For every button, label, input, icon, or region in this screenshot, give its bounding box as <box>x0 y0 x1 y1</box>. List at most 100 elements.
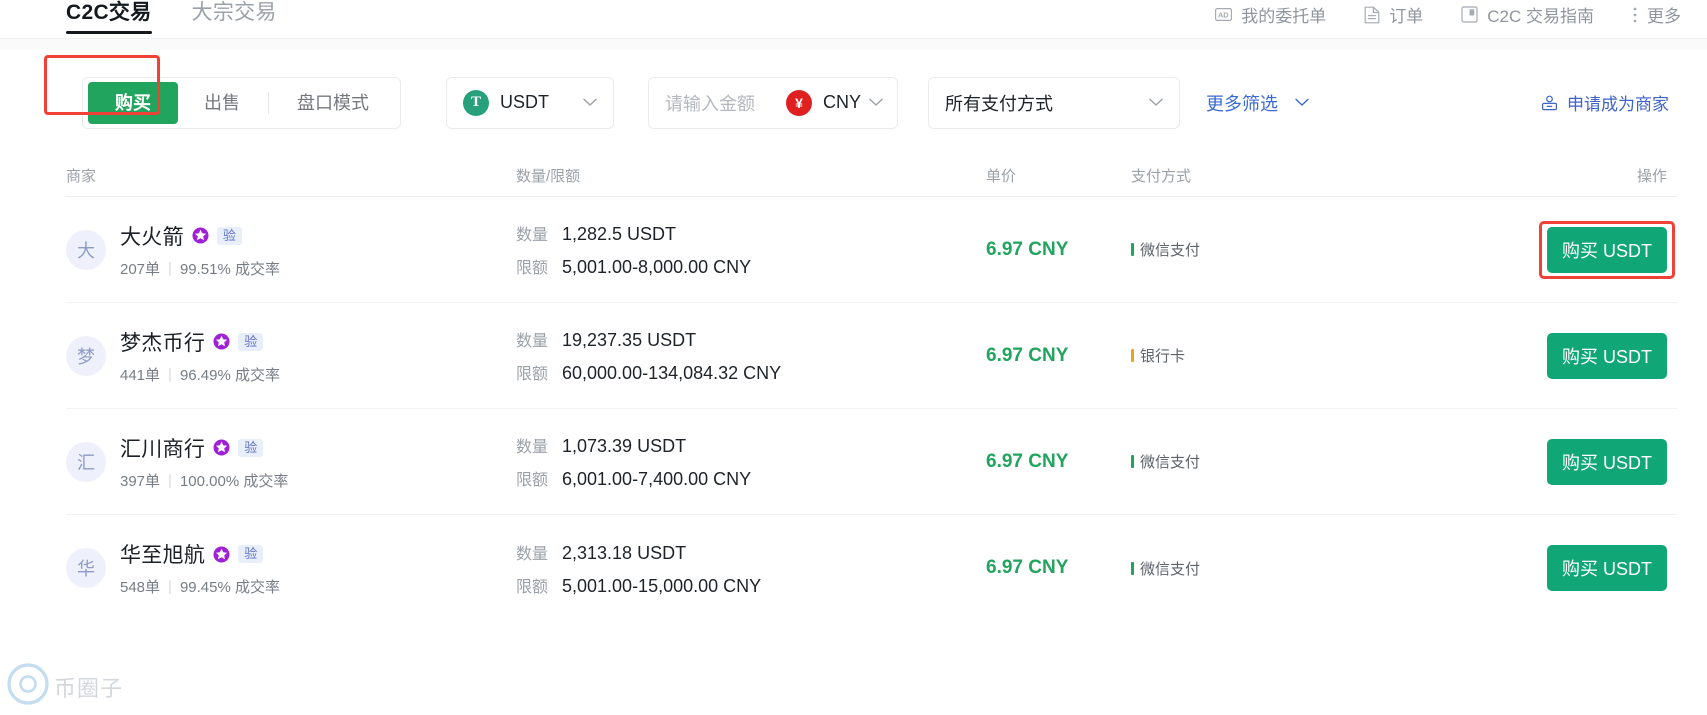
merchant-name-line: 华至旭航 验 <box>120 539 280 569</box>
header-action: 操作 <box>1636 168 1667 185</box>
svg-text:AD: AD <box>1218 10 1229 19</box>
quantity-label: 数量 <box>516 545 549 563</box>
merchant-stats: 441单 | 96.49% 成交率 <box>120 364 280 385</box>
price-cell: 6.97 CNY <box>986 345 1131 367</box>
buy-usdt-button[interactable]: 购买 USDT <box>1547 438 1667 485</box>
merchant-name[interactable]: 汇川商行 <box>120 433 205 463</box>
limit-line: 限额 5,001.00-8,000.00 CNY <box>516 254 986 278</box>
price-cell: 6.97 CNY <box>986 239 1131 261</box>
quantity-line: 数量 1,282.5 USDT <box>516 221 986 245</box>
nav-my-orders[interactable]: AD 我的委托单 <box>1215 2 1326 27</box>
chevron-down-icon <box>1149 98 1163 107</box>
payment-cell: 微信支付 <box>1131 558 1361 579</box>
amount-cell: 数量 19,237.35 USDT 限额 60,000.00-134,084.32 C… <box>516 327 986 384</box>
price-cell: 6.97 CNY <box>986 557 1131 579</box>
merchant-info: 梦杰币行 验 441单 | 96.49% 成交率 <box>120 327 280 385</box>
page-root: C2C交易 大宗交易 AD 我的委托单 订单 C2C 交易指南 更多 购买 出售… <box>0 0 1707 715</box>
tab-block-trading[interactable]: 大宗交易 <box>192 0 277 36</box>
watermark-text: 币圈子 <box>54 675 124 701</box>
quantity-label: 数量 <box>516 333 549 350</box>
price-cell: 6.97 CNY <box>986 451 1131 473</box>
quantity-label: 数量 <box>516 227 549 244</box>
document-icon <box>1364 6 1380 24</box>
payment-method-select[interactable]: 所有支付方式 <box>928 76 1180 129</box>
quantity-value: 2,313.18 USDT <box>562 542 687 563</box>
filter-bar: 购买 出售 盘口模式 T USDT 请输入金额 ¥ CNY 所有支付方式 更多筛… <box>0 50 1707 155</box>
tab-c2c-trading[interactable]: C2C交易 <box>66 0 152 36</box>
page-background-strip <box>0 39 1707 50</box>
stats-divider: | <box>168 259 172 277</box>
avatar: 大 <box>66 229 106 270</box>
top-nav-links: AD 我的委托单 订单 C2C 交易指南 更多 <box>1215 0 1681 27</box>
merchant-name-line: 汇川商行 验 <box>120 433 288 463</box>
side-tab-orderbook-mode[interactable]: 盘口模式 <box>271 82 395 124</box>
fiat-select[interactable]: ¥ CNY <box>785 89 883 116</box>
merchant-info: 汇川商行 验 397单 | 100.00% 成交率 <box>120 433 288 491</box>
apply-merchant-link[interactable]: 申请成为商家 <box>1541 90 1681 115</box>
merchant-name[interactable]: 华至旭航 <box>120 539 205 569</box>
verified-badge: 验 <box>238 332 264 351</box>
quantity-line: 数量 1,073.39 USDT <box>516 433 986 457</box>
header-price: 单价 <box>986 168 1017 185</box>
limit-line: 限额 5,001.00-15,000.00 CNY <box>516 573 986 597</box>
table-row: 华华至旭航 验 548单 | 99.45% 成交率 数量 2,313.18 USDT 限额 5,… <box>66 515 1677 621</box>
payment-color-tick <box>1131 561 1134 575</box>
merchant-completion-rate: 100.00% 成交率 <box>179 472 289 490</box>
amount-cell: 数量 2,313.18 USDT 限额 5,001.00-15,000.00 CNY <box>516 540 986 597</box>
limit-label: 限额 <box>516 260 549 277</box>
action-cell: 购买 USDT <box>1361 220 1677 279</box>
side-tab-sell[interactable]: 出售 <box>178 82 266 124</box>
side-tab-buy[interactable]: 购买 <box>88 81 178 124</box>
merchant-completion-rate: 96.49% 成交率 <box>179 366 280 384</box>
payment-cell: 银行卡 <box>1131 345 1361 366</box>
payment-method: 微信支付 <box>1131 451 1361 472</box>
nav-more-label: 更多 <box>1647 7 1681 26</box>
more-filters-button[interactable]: 更多筛选 <box>1206 90 1309 116</box>
merchant-cell: 汇汇川商行 验 397单 | 100.00% 成交率 <box>66 433 516 491</box>
header-payment: 支付方式 <box>1131 168 1192 185</box>
coin-select[interactable]: T USDT <box>446 76 614 129</box>
quantity-label: 数量 <box>516 439 549 456</box>
nav-more[interactable]: 更多 <box>1632 2 1681 27</box>
table-row: 梦梦杰币行 验 441单 | 96.49% 成交率 数量 19,237.35 USDT 限额 6… <box>66 303 1677 409</box>
payment-color-tick <box>1131 349 1134 362</box>
merchant-order-count: 397单 <box>120 472 161 490</box>
merchant-stats: 207单 | 99.51% 成交率 <box>120 258 280 279</box>
buy-usdt-button[interactable]: 购买 USDT <box>1547 545 1667 591</box>
usdt-coin-icon: T <box>463 89 489 116</box>
merchant-cell: 华华至旭航 验 548单 | 99.45% 成交率 <box>66 539 516 597</box>
merchant-name[interactable]: 大火箭 <box>120 221 184 251</box>
payment-color-tick <box>1131 455 1134 468</box>
buy-usdt-button[interactable]: 购买 USDT <box>1547 226 1667 273</box>
action-cell: 购买 USDT <box>1361 545 1677 591</box>
verified-badge: 验 <box>238 545 264 563</box>
nav-c2c-guide[interactable]: C2C 交易指南 <box>1461 2 1594 27</box>
payment-cell: 微信支付 <box>1131 239 1361 260</box>
unit-price: 6.97 CNY <box>986 557 1069 578</box>
stats-divider: | <box>168 578 172 595</box>
nav-orders[interactable]: 订单 <box>1364 2 1423 27</box>
limit-value: 6,001.00-7,400.00 CNY <box>562 469 752 489</box>
merchant-cell: 大大火箭 验 207单 | 99.51% 成交率 <box>66 221 516 279</box>
limit-line: 限额 60,000.00-134,084.32 CNY <box>516 360 986 384</box>
buy-usdt-button[interactable]: 购买 USDT <box>1547 332 1667 379</box>
merchant-stats: 397单 | 100.00% 成交率 <box>120 470 288 491</box>
star-badge-icon <box>213 333 230 350</box>
top-navigation: C2C交易 大宗交易 AD 我的委托单 订单 C2C 交易指南 更多 <box>0 0 1707 39</box>
merchant-name-line: 大火箭 验 <box>120 221 280 251</box>
amount-filter[interactable]: 请输入金额 ¥ CNY <box>648 76 898 129</box>
payment-method-name: 微信支付 <box>1140 560 1201 578</box>
amount-input[interactable]: 请输入金额 <box>665 90 755 116</box>
merchant-name[interactable]: 梦杰币行 <box>120 327 205 357</box>
fiat-select-value: CNY <box>822 92 861 112</box>
header-amount-limit: 数量/限额 <box>516 168 581 185</box>
merchant-person-icon <box>1541 95 1558 111</box>
payment-method-value: 所有支付方式 <box>945 93 1053 114</box>
star-badge-icon <box>213 439 230 456</box>
merchant-order-count: 548单 <box>120 579 161 596</box>
quantity-value: 1,073.39 USDT <box>562 436 687 456</box>
trade-side-switch: 购买 出售 盘口模式 <box>82 76 401 129</box>
book-icon <box>1461 6 1478 23</box>
verified-badge: 验 <box>238 438 264 457</box>
more-vertical-icon <box>1632 6 1638 24</box>
